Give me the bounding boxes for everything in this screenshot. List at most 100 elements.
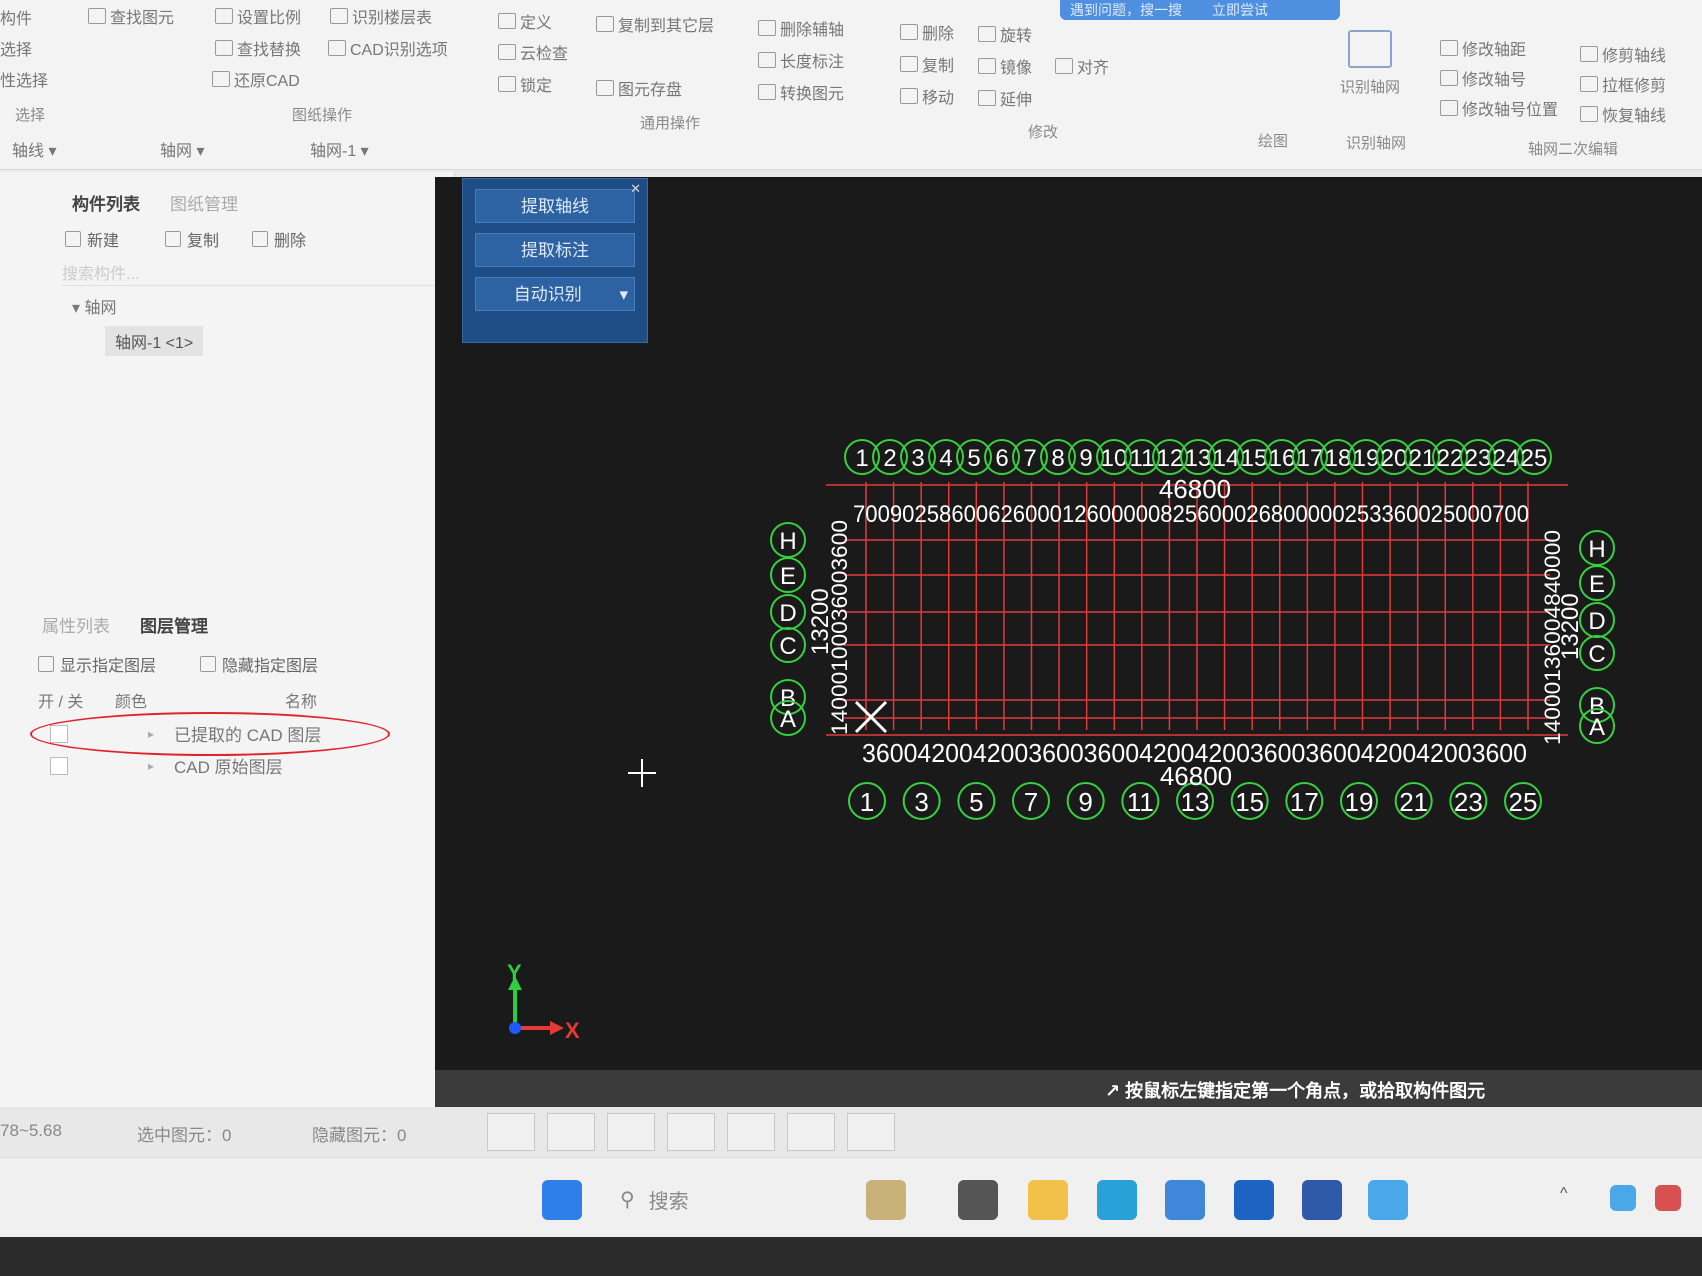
extract-axis-button[interactable]: 提取轴线 [475,189,635,223]
dimension-icon [758,52,776,68]
network-icon[interactable] [1655,1185,1681,1211]
display-toggle[interactable] [787,1113,835,1151]
new-component-button[interactable]: 新建 [65,227,119,251]
extend-button[interactable]: 延伸 [978,86,1032,110]
rotate-icon [978,26,996,42]
show-layer-button[interactable]: 显示指定图层 [38,652,156,676]
tab-component-list[interactable]: 构件列表 [72,190,140,215]
tab-layer-management[interactable]: 图层管理 [140,612,208,637]
ortho-toggle[interactable] [487,1113,535,1151]
instance-selector[interactable]: 轴网-1 ▾ [310,137,369,161]
edge-browser-icon[interactable] [1097,1180,1137,1220]
mirror-button[interactable]: 镜像 [978,54,1032,78]
copy-button[interactable]: 复制 [900,52,954,76]
extra-toggle[interactable] [847,1113,895,1151]
layer-toggle-checkbox[interactable] [50,756,68,775]
help-banner[interactable]: 遇到问题，搜一搜 立即尝试 [1060,0,1340,20]
identify-floor-table-button[interactable]: 识别楼层表 [330,4,432,28]
set-scale-button[interactable]: 设置比例 [215,4,301,28]
try-now-link[interactable]: 立即尝试 [1212,0,1268,20]
search-icon: ⚲ [620,1189,635,1211]
find-element-button[interactable]: 查找图元 [88,4,174,28]
command-strip [435,1070,1702,1108]
tray-icon[interactable] [1610,1185,1636,1211]
task-view-icon[interactable] [958,1180,998,1220]
move-button[interactable]: 移动 [900,84,954,108]
component-search-input[interactable]: 搜索构件... [62,260,442,286]
auto-identify-button[interactable]: 自动识别 ▾ [475,277,635,311]
col-color: 颜色 [115,694,148,711]
restore-axis-icon [1580,106,1598,122]
tree-item-grid-1[interactable]: 轴网-1 <1> [105,326,204,356]
move-icon [900,88,918,104]
layer-row-original[interactable]: ▸ CAD 原始图层 [50,753,283,778]
start-icon[interactable] [542,1180,582,1220]
red-annotation-circle [30,712,390,756]
app-icon[interactable] [1234,1180,1274,1220]
convert-icon [758,84,776,100]
group-grid-edit-label: 轴网二次编辑 [1528,141,1619,158]
restore-axis-button[interactable]: 恢复轴线 [1580,102,1666,126]
batch-select-button[interactable]: 性选择 [0,67,48,91]
subtype-selector[interactable]: 轴网 ▾ [160,137,205,161]
cad-options-icon [328,40,346,56]
extend-icon [978,90,996,106]
tree-root-grid[interactable]: ▾ 轴网 [72,294,117,318]
os-taskbar [0,1157,1702,1237]
define-button[interactable]: 定义 [498,9,552,33]
scale-icon [215,8,233,24]
left-panel: 构件列表 图纸管理 新建 复制 删除 搜索构件... ▾ 轴网 轴网-1 <1>… [0,172,455,1107]
snap-toggle[interactable] [547,1113,595,1151]
store-icon[interactable] [1165,1180,1205,1220]
box-trim-button[interactable]: 拉框修剪 [1580,72,1666,96]
copy-component-button[interactable]: 复制 [165,227,219,251]
dimension-toggle[interactable] [727,1113,775,1151]
cloud-check-button[interactable]: 云检查 [498,40,568,64]
find-icon [88,8,106,24]
box-trim-icon [1580,76,1598,92]
type-selector[interactable]: 轴线 ▾ [12,137,57,161]
copy-floor-icon [596,16,614,32]
cad-options-button[interactable]: CAD识别选项 [328,36,448,60]
col-onoff: 开 / 关 [38,694,84,711]
hide-layer-button[interactable]: 隐藏指定图层 [200,652,318,676]
modify-axis-number-button[interactable]: 修改轴号 [1440,66,1526,90]
expand-arrow-icon[interactable]: ▸ [148,759,154,773]
delete-component-button[interactable]: 删除 [252,227,306,251]
component-tabs: 构件列表 图纸管理 [72,190,238,215]
angle-toggle[interactable] [667,1113,715,1151]
delete-aux-axis-button[interactable]: 删除辅轴 [758,16,844,40]
tab-drawing-management[interactable]: 图纸管理 [170,190,238,215]
select-button[interactable]: 选择 [0,36,32,60]
align-button[interactable]: 对齐 [1055,54,1109,78]
save-element-button[interactable]: 图元存盘 [596,76,682,100]
gtj-app-icon[interactable] [1368,1180,1408,1220]
extract-annotation-button[interactable]: 提取标注 [475,233,635,267]
close-icon[interactable]: ✕ [630,181,641,197]
cad-app-icon[interactable] [1302,1180,1342,1220]
lock-button[interactable]: 锁定 [498,72,552,96]
length-dimension-button[interactable]: 长度标注 [758,48,844,72]
delete-button[interactable]: 删除 [900,20,954,44]
tab-property-list[interactable]: 属性列表 [42,612,110,637]
rotate-button[interactable]: 旋转 [978,22,1032,46]
property-tabs: 属性列表 图层管理 [42,612,208,637]
trim-axis-button[interactable]: 修剪轴线 [1580,42,1666,66]
copy-to-other-floor-button[interactable]: 复制到其它层 [596,12,714,36]
modify-axis-spacing-button[interactable]: 修改轴距 [1440,36,1526,60]
group-modify-label: 修改 [1028,124,1059,141]
widgets-icon[interactable] [866,1180,906,1220]
restore-cad-button[interactable]: 还原CAD [212,67,300,91]
cloud-icon [498,44,516,60]
file-explorer-icon[interactable] [1028,1180,1068,1220]
component-button[interactable]: 构件 [0,5,32,29]
modify-axis-number-position-button[interactable]: 修改轴号位置 [1440,96,1558,120]
taskbar-search[interactable]: ⚲ 搜索 [620,1185,689,1214]
find-replace-button[interactable]: 查找替换 [215,36,301,60]
layers-hide-icon [200,656,216,672]
identify-grid-button[interactable]: 识别轴网 [1325,30,1415,97]
trash-icon [252,231,268,247]
chevron-up-icon[interactable]: ^ [1560,1185,1584,1209]
convert-element-button[interactable]: 转换图元 [758,80,844,104]
cross-select-toggle[interactable] [607,1113,655,1151]
